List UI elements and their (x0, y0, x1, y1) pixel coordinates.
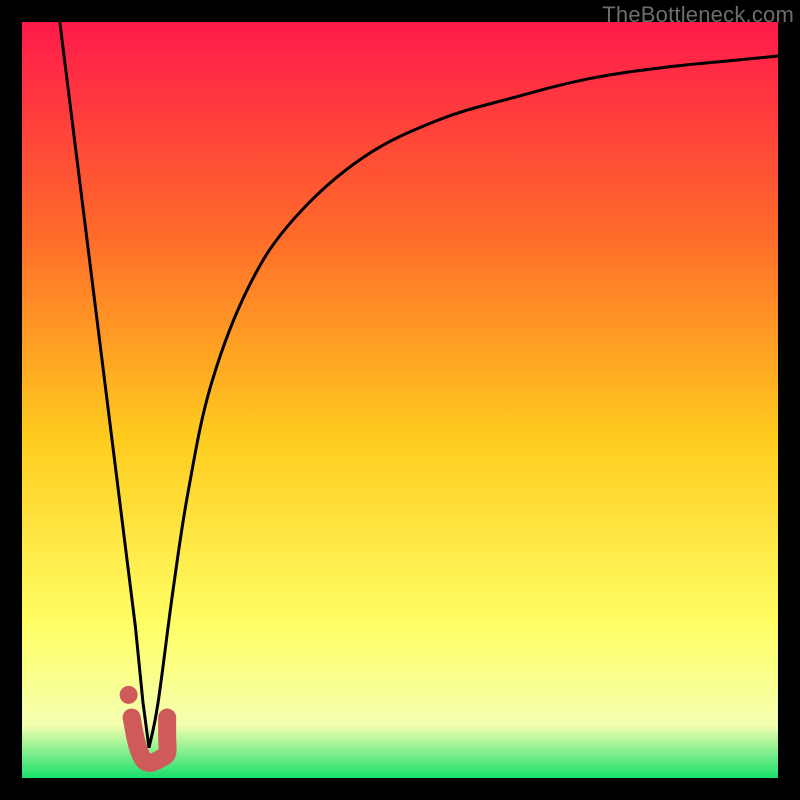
watermark-text: TheBottleneck.com (602, 2, 794, 28)
chart-frame: TheBottleneck.com (0, 0, 800, 800)
plot-area (22, 22, 778, 778)
chart-svg (22, 22, 778, 778)
optimal-marker-dot (120, 686, 138, 704)
